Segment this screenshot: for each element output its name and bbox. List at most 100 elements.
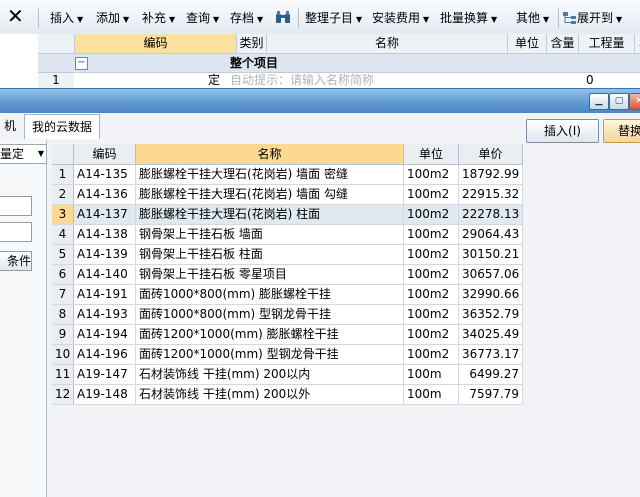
row-type: 定: [208, 73, 221, 87]
install-cost-menu-button[interactable]: 安装费用 ▼: [372, 10, 429, 26]
archive-menu-button[interactable]: 存档 ▼: [230, 10, 263, 26]
row-number: 1: [38, 73, 74, 88]
organize-items-menu-button[interactable]: 整理子目 ▼: [305, 10, 362, 26]
row-number: 4: [52, 225, 74, 244]
row-unit: 100m2: [404, 245, 459, 264]
row-price: 22278.13: [459, 205, 523, 224]
table-row[interactable]: 11 A19-147 石材装饰线 干挂(mm) 200以内 100m 6499.27: [52, 365, 523, 385]
main-col-header-unit-price[interactable]: 单: [635, 34, 640, 54]
row-name: 钢骨架上干挂石板 墙面: [136, 225, 404, 244]
other-menu-button[interactable]: 其他 ▼: [516, 10, 549, 26]
col-header-no: [52, 144, 74, 164]
collapse-icon[interactable]: −: [75, 57, 88, 70]
filter-panel: 量定 ▼ 条件: [0, 140, 47, 497]
replace-button[interactable]: 替换: [603, 119, 640, 143]
chevron-down-icon: ▼: [423, 15, 430, 24]
batch-convert-menu-button[interactable]: 批量换算 ▼: [440, 10, 497, 26]
main-col-header-content[interactable]: 含量: [547, 34, 579, 54]
table-row[interactable]: 9 A14-194 面砖1200*1000(mm) 膨胀螺栓干挂 100m2 34025…: [52, 325, 523, 345]
maximize-icon[interactable]: ▢: [609, 93, 629, 110]
filter-input-2[interactable]: [0, 222, 32, 242]
dialog-title-bar[interactable]: ▁ ▢ ✕: [0, 88, 640, 113]
chevron-down-icon: ▼: [213, 15, 220, 24]
table-row[interactable]: 8 A14-193 面砖1000*800(mm) 型钢龙骨干挂 100m2 36352.…: [52, 305, 523, 325]
row-name: 面砖1000*800(mm) 型钢龙骨干挂: [136, 305, 404, 324]
row-name: 膨胀螺栓干挂大理石(花岗岩) 柱面: [136, 205, 404, 224]
table-row[interactable]: 3 A14-137 膨胀螺栓干挂大理石(花岗岩) 柱面 100m2 22278.13: [52, 205, 523, 225]
toolbar-separator: [298, 8, 299, 28]
table-row[interactable]: 7 A14-191 面砖1000*800(mm) 膨胀螺栓干挂 100m2 32990.…: [52, 285, 523, 305]
row-price: 32990.66: [459, 285, 523, 304]
row-number: 1: [52, 165, 74, 184]
table-row[interactable]: 5 A14-139 钢骨架上干挂石板 柱面 100m2 30150.21: [52, 245, 523, 265]
minimize-icon[interactable]: ▁: [589, 93, 609, 110]
main-col-header-type[interactable]: 类别: [237, 34, 267, 54]
tab-machine[interactable]: 机: [0, 114, 20, 138]
row-code: A14-193: [74, 305, 136, 324]
table-row[interactable]: 10 A14-196 面砖1200*1000(mm) 型钢龙骨干挂 100m2 3677…: [52, 345, 523, 365]
row-price: 29064.43: [459, 225, 523, 244]
row-price: 34025.49: [459, 325, 523, 344]
table-row[interactable]: 1 A14-135 膨胀螺栓干挂大理石(花岗岩) 墙面 密缝 100m2 18792.9…: [52, 165, 523, 185]
grid-header: 编码 名称 单位 单价: [52, 144, 523, 165]
row-unit: 100m2: [404, 165, 459, 184]
col-header-unit[interactable]: 单位: [404, 144, 459, 164]
row-name: 石材装饰线 干挂(mm) 200以内: [136, 365, 404, 384]
chevron-down-icon: ▼: [543, 15, 550, 24]
filter-input[interactable]: [0, 196, 32, 216]
table-row[interactable]: 4 A14-138 钢骨架上干挂石板 墙面 100m2 29064.43: [52, 225, 523, 245]
insert-button[interactable]: 插入(I): [526, 119, 599, 143]
chevron-down-icon: ▼: [37, 149, 44, 158]
quota-type-select[interactable]: 量定 ▼: [0, 144, 47, 164]
table-row[interactable]: 12 A19-148 石材装饰线 干挂(mm) 200以外 100m 7597.79: [52, 385, 523, 405]
chevron-down-icon: ▼: [123, 15, 130, 24]
row-unit: 100m2: [404, 265, 459, 284]
col-header-price[interactable]: 单价: [459, 144, 523, 164]
row-code: A14-196: [74, 345, 136, 364]
row-unit: 100m2: [404, 205, 459, 224]
main-col-header-unit[interactable]: 单位: [508, 34, 547, 54]
main-col-header-quantity[interactable]: 工程量: [579, 34, 635, 54]
expand-to-menu-button[interactable]: 展开到 ▼: [563, 10, 622, 26]
chevron-down-icon: ▼: [257, 15, 264, 24]
col-header-code[interactable]: 编码: [74, 144, 136, 164]
tree-expand-icon: [563, 12, 576, 24]
row-code: A14-138: [74, 225, 136, 244]
add-menu-button[interactable]: 添加 ▼: [96, 10, 129, 26]
row-quantity: 0: [586, 73, 594, 87]
main-table-row[interactable]: 1 定 自动提示：请输入名称简称 0: [38, 73, 640, 88]
row-price: 30150.21: [459, 245, 523, 264]
row-number: 2: [52, 185, 74, 204]
quota-grid: 编码 名称 单位 单价 1 A14-135 膨胀螺栓干挂大理石(花岗岩) 墙面 密缝…: [52, 144, 523, 405]
project-row[interactable]: 整个项目: [38, 54, 640, 73]
table-row[interactable]: 2 A14-136 膨胀螺栓干挂大理石(花岗岩) 墙面 勾缝 100m2 22915.3…: [52, 185, 523, 205]
row-number: 9: [52, 325, 74, 344]
query-menu-button[interactable]: 查询 ▼: [186, 10, 219, 26]
row-code: A14-137: [74, 205, 136, 224]
name-hint[interactable]: 自动提示：请输入名称简称: [230, 73, 374, 88]
toolbar-separator: [558, 8, 559, 28]
main-col-header-name[interactable]: 名称: [267, 34, 508, 54]
row-price: 22915.32: [459, 185, 523, 204]
main-col-header-code[interactable]: 编码: [75, 34, 237, 54]
table-row[interactable]: 6 A14-140 钢骨架上干挂石板 零星项目 100m2 30657.06: [52, 265, 523, 285]
main-toolbar: ✕ 插入 ▼ 添加 ▼ 补充 ▼ 查询 ▼ 存档 ▼ 整理子目 ▼ 安装费用 ▼ 批量换算 ▼ …: [0, 0, 640, 35]
row-code: A19-148: [74, 385, 136, 404]
close-icon[interactable]: ✕: [7, 4, 24, 28]
main-side-panel: [0, 34, 39, 88]
col-header-name[interactable]: 名称: [136, 144, 404, 164]
close-icon[interactable]: ✕: [629, 93, 640, 110]
insert-menu-button[interactable]: 插入 ▼: [50, 10, 83, 26]
row-code: A14-139: [74, 245, 136, 264]
tab-my-cloud-data[interactable]: 我的云数据: [24, 114, 101, 139]
supplement-menu-button[interactable]: 补充 ▼: [142, 10, 175, 26]
condition-button[interactable]: 条件: [0, 251, 32, 271]
row-code: A14-140: [74, 265, 136, 284]
row-price: 36773.17: [459, 345, 523, 364]
row-price: 18792.99: [459, 165, 523, 184]
binoculars-icon[interactable]: [275, 10, 291, 26]
project-row-label: 整个项目: [230, 56, 279, 70]
row-unit: 100m: [404, 365, 459, 384]
row-unit: 100m2: [404, 325, 459, 344]
main-table: 编码 类别 名称 单位 含量 工程量 单 整个项目 − 1 定 自动提示：请输入…: [38, 34, 640, 88]
